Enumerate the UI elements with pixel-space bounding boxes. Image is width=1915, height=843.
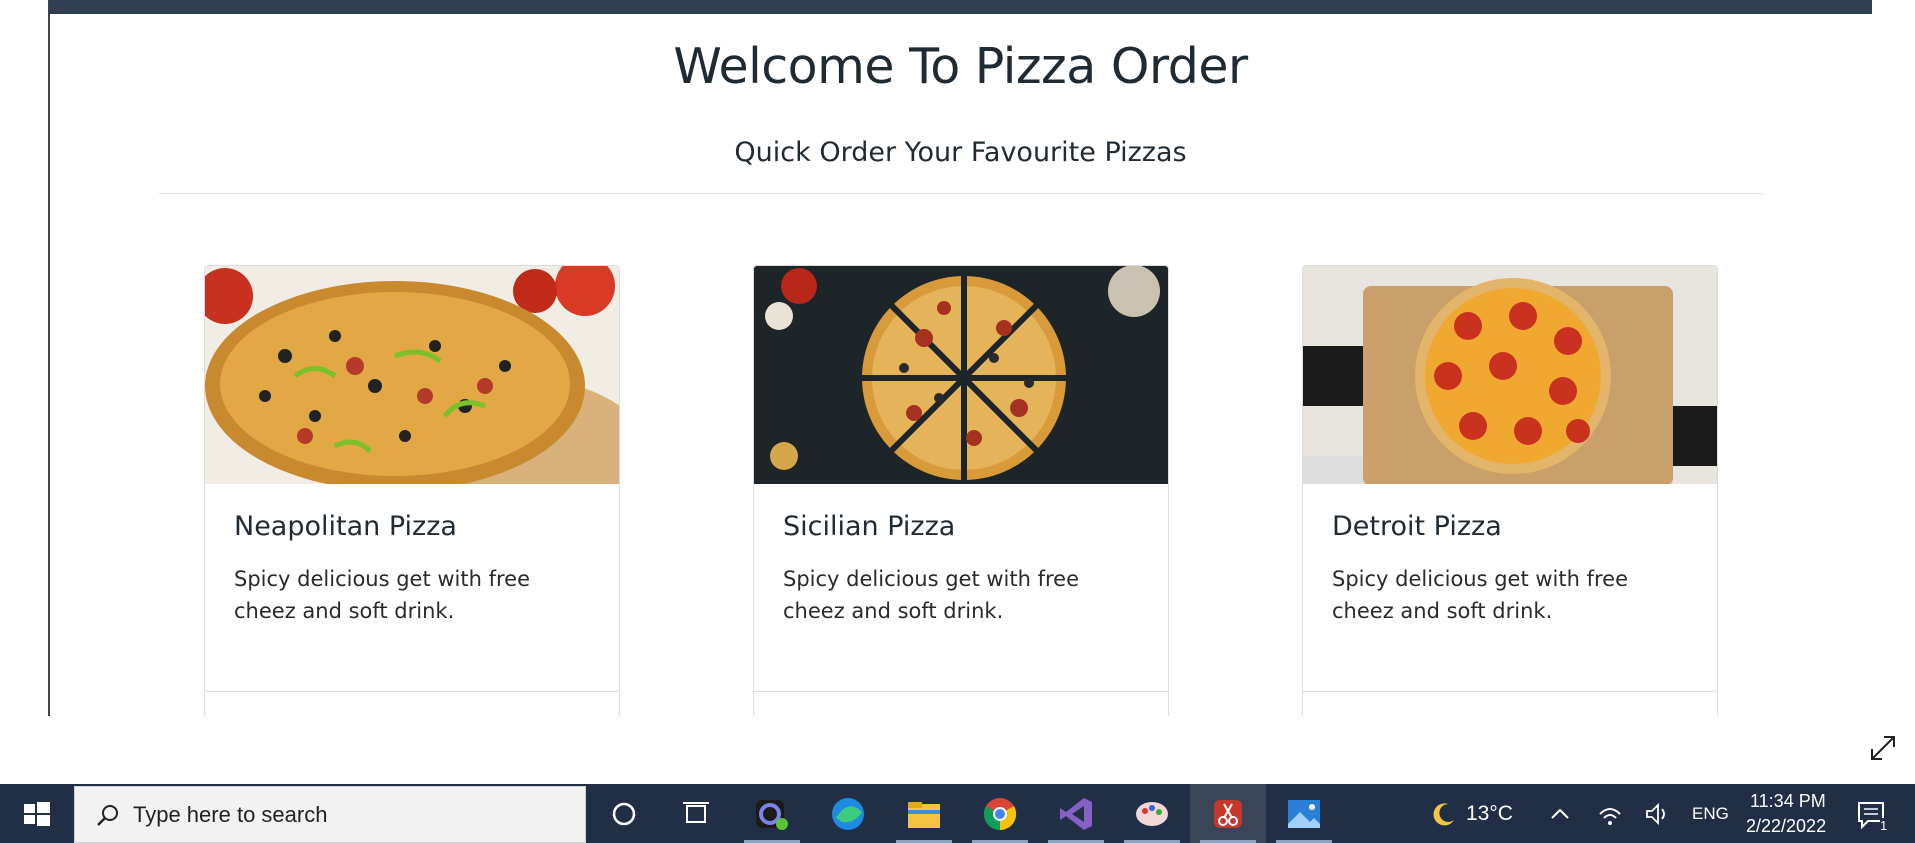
page-title: Welcome To Pizza Order — [673, 38, 1248, 95]
sicilian-pizza-image — [754, 266, 1168, 484]
card-footer-divider — [1303, 691, 1717, 692]
task-view-icon — [683, 801, 709, 823]
wifi-icon[interactable] — [1596, 800, 1624, 828]
chevron-up-icon[interactable] — [1548, 802, 1572, 826]
taskbar-search-box[interactable]: Type here to search — [74, 786, 586, 843]
task-view-button[interactable] — [658, 784, 734, 843]
expand-icon[interactable] — [1868, 733, 1898, 763]
page-subtitle: Quick Order Your Favourite Pizzas — [734, 137, 1187, 168]
card-footer-divider — [754, 691, 1168, 692]
card-footer-divider — [205, 691, 619, 692]
search-placeholder: Type here to search — [133, 802, 328, 827]
file-explorer-button[interactable] — [886, 784, 962, 843]
visual-studio-icon — [1060, 797, 1092, 830]
card-description: Spicy delicious get with free cheez and … — [1332, 567, 1629, 623]
teams-icon — [756, 799, 788, 830]
cortana-icon — [612, 802, 636, 825]
card-title: Sicilian Pizza — [783, 511, 956, 542]
screen: Welcome To Pizza Order Quick Order Your … — [0, 0, 1915, 843]
weather-moon-icon[interactable] — [1430, 800, 1458, 828]
visual-studio-button[interactable] — [1038, 784, 1114, 843]
pizza-card-sicilian[interactable]: Sicilian Pizza Spicy delicious get with … — [753, 265, 1169, 716]
navbar — [49, 0, 1872, 14]
chrome-icon — [983, 797, 1017, 830]
browser-viewport: Welcome To Pizza Order Quick Order Your … — [0, 0, 1915, 716]
clock-time[interactable]: 11:34 PM — [1750, 791, 1826, 812]
windows-icon — [24, 802, 50, 826]
card-title: Neapolitan Pizza — [234, 511, 457, 542]
chrome-button[interactable] — [962, 784, 1038, 843]
detroit-pizza-image — [1303, 266, 1717, 484]
paint-icon — [1136, 801, 1168, 826]
neapolitan-pizza-image — [205, 266, 619, 484]
card-description: Spicy delicious get with free cheez and … — [234, 567, 531, 623]
pizza-card-neapolitan[interactable]: Neapolitan Pizza Spicy delicious get wit… — [204, 265, 620, 716]
notification-count: 1 — [1880, 818, 1888, 833]
taskbar: Type here to search 13°C ENG 11:34 PM 2/… — [0, 784, 1915, 843]
paint-button[interactable] — [1114, 784, 1190, 843]
language-indicator[interactable]: ENG — [1692, 804, 1729, 824]
card-title: Detroit Pizza — [1332, 511, 1502, 542]
teams-button[interactable] — [734, 784, 810, 843]
volume-icon[interactable] — [1643, 800, 1671, 828]
window-edge — [48, 0, 50, 716]
cortana-button[interactable] — [586, 784, 662, 843]
photos-button[interactable] — [1266, 784, 1342, 843]
card-description: Spicy delicious get with free cheez and … — [783, 567, 1080, 623]
snipping-tool-button[interactable] — [1190, 784, 1266, 843]
edge-icon — [832, 797, 864, 830]
edge-button[interactable] — [810, 784, 886, 843]
divider — [159, 193, 1764, 194]
pizza-card-detroit[interactable]: Detroit Pizza Spicy delicious get with f… — [1302, 265, 1718, 716]
clock-date[interactable]: 2/22/2022 — [1746, 816, 1826, 837]
weather-temperature[interactable]: 13°C — [1466, 802, 1513, 826]
file-explorer-icon — [908, 801, 940, 828]
photos-icon — [1288, 799, 1320, 828]
search-icon — [97, 805, 118, 826]
snipping-tool-icon — [1214, 799, 1242, 828]
start-button[interactable] — [0, 784, 72, 843]
